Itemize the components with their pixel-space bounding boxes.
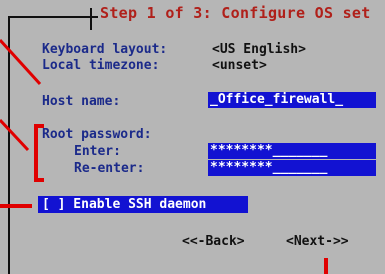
- annotation-arrow-password: [0, 118, 30, 152]
- annotation-overlay: [0, 38, 328, 274]
- annotation-bracket-password: [34, 124, 44, 182]
- annotation-arrow-hostname: [0, 38, 42, 86]
- installer-screen: Step 1 of 3: Configure OS set Keyboard l…: [0, 0, 385, 274]
